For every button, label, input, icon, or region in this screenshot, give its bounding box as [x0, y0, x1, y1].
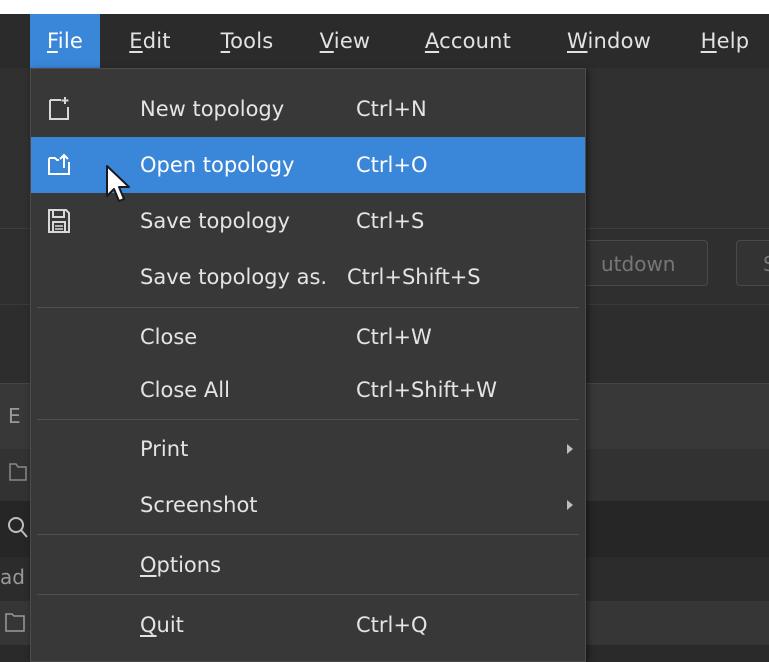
menu-label: ile	[57, 29, 83, 53]
open-folder-icon	[48, 153, 70, 175]
menu-item-shortcut: Ctrl+Q	[356, 613, 428, 637]
menu-item-screenshot[interactable]: Screenshot	[31, 477, 585, 533]
menu-item-new-topology[interactable]: New topology Ctrl+N	[31, 81, 585, 137]
menu-item-label: Quit	[140, 597, 184, 653]
toolbar-button[interactable]: S	[736, 240, 769, 286]
submenu-arrow-icon	[567, 500, 573, 510]
menu-label: ools	[230, 29, 274, 53]
menu-edit[interactable]: Edit	[115, 14, 185, 68]
menu-item-shortcut: Ctrl+Shift+W	[356, 378, 498, 402]
folder-icon	[9, 463, 27, 481]
menu-separator	[37, 419, 579, 420]
menu-item-label: Open topology	[140, 153, 295, 177]
menu-item-label: Options	[140, 537, 221, 593]
menu-mnemonic: O	[140, 553, 157, 577]
menu-mnemonic: A	[424, 29, 440, 53]
menu-tools[interactable]: Tools	[202, 14, 292, 68]
menu-mnemonic: Q	[140, 613, 157, 637]
menu-item-label: Print	[140, 437, 189, 461]
new-file-icon	[49, 97, 69, 120]
menu-mnemonic: W	[566, 29, 588, 53]
file-menu-dropdown: New topology Ctrl+N Open topology Ctrl+O…	[30, 68, 586, 662]
menu-separator	[37, 307, 579, 308]
menu-window[interactable]: Window	[549, 14, 669, 68]
file-icon	[5, 613, 25, 632]
menu-item-label: Close All	[140, 378, 230, 402]
menu-item-shortcut: Ctrl+S	[356, 209, 425, 233]
menu-item-label: New topology	[140, 97, 285, 121]
menu-item-shortcut: Ctrl+W	[356, 325, 432, 349]
menu-separator	[37, 594, 579, 595]
menu-item-close[interactable]: Close Ctrl+W	[31, 309, 585, 365]
menu-item-label: Close	[140, 325, 198, 349]
menu-mnemonic: H	[700, 29, 717, 53]
menu-item-shortcut: Ctrl+N	[356, 97, 427, 121]
menu-item-label: Save topology as.	[140, 265, 328, 289]
menu-item-close-all[interactable]: Close All Ctrl+Shift+W	[31, 362, 585, 418]
panel-title-fragment: E	[8, 404, 21, 428]
menu-item-quit[interactable]: Quit Ctrl+Q	[31, 597, 585, 653]
menu-mnemonic: T	[220, 29, 231, 53]
search-icon[interactable]	[6, 514, 30, 540]
menu-item-options[interactable]: Options	[31, 537, 585, 593]
menu-view[interactable]: View	[305, 14, 385, 68]
window-top-edge	[0, 0, 769, 14]
menu-label: dit	[142, 29, 171, 53]
menu-item-shortcut: Ctrl+Shift+S	[347, 265, 481, 289]
menu-item-label: Screenshot	[140, 493, 258, 517]
menu-label-rest: uit	[156, 613, 184, 637]
menu-item-label: Save topology	[140, 209, 290, 233]
app-window: utdown S E ad File Edit Tools View Accou…	[0, 0, 769, 662]
save-icon	[48, 209, 70, 233]
menu-separator	[37, 534, 579, 535]
submenu-arrow-icon	[567, 444, 573, 454]
menu-label-rest: ptions	[156, 553, 222, 577]
menu-label: indow	[587, 29, 651, 53]
menu-label: ccount	[439, 29, 512, 53]
menu-label: elp	[716, 29, 750, 53]
menu-account[interactable]: Account	[405, 14, 531, 68]
mouse-cursor-icon	[106, 165, 130, 202]
menu-mnemonic: F	[47, 29, 58, 53]
menu-mnemonic: E	[129, 29, 143, 53]
menu-mnemonic: V	[319, 29, 334, 53]
menu-file[interactable]: File	[30, 14, 100, 68]
menu-item-save-topology-as[interactable]: Save topology as. Ctrl+Shift+S	[31, 249, 585, 305]
menu-item-shortcut: Ctrl+O	[356, 153, 428, 177]
menu-label: iew	[333, 29, 371, 53]
menu-item-print[interactable]: Print	[31, 421, 585, 477]
list-item-fragment: ad	[0, 565, 25, 589]
menu-help[interactable]: Help	[685, 14, 765, 68]
